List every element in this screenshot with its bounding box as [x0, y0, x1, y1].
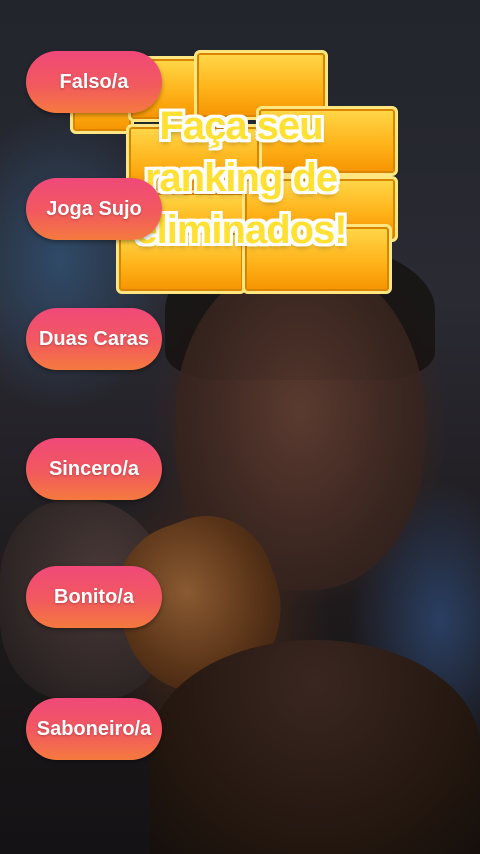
option-sincero[interactable]: Sincero/a	[26, 438, 162, 500]
option-bonito[interactable]: Bonito/a	[26, 566, 162, 628]
person-shoulder	[150, 640, 480, 854]
option-saboneiro[interactable]: Saboneiro/a	[26, 698, 162, 760]
option-falso[interactable]: Falso/a	[26, 51, 162, 113]
option-duas-caras[interactable]: Duas Caras	[26, 308, 162, 370]
option-joga-sujo[interactable]: Joga Sujo	[26, 178, 162, 240]
